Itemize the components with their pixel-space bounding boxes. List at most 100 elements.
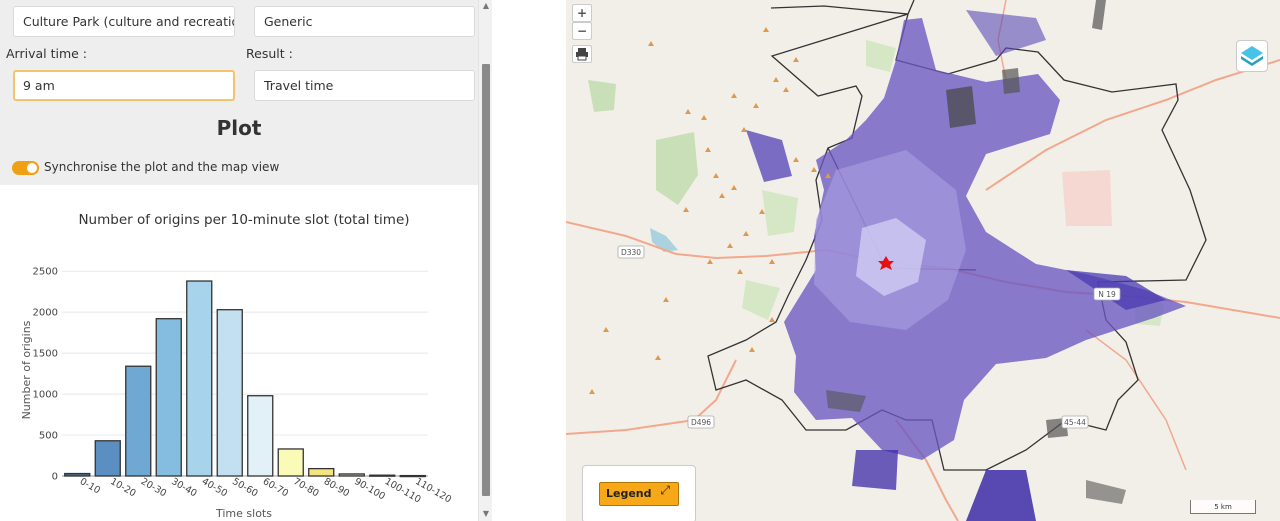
map-base-features — [566, 0, 1280, 521]
arrival-time-input[interactable]: 9 am — [13, 70, 235, 101]
destination-field[interactable]: Culture Park (culture and recreation — [13, 6, 235, 37]
bar-0-10[interactable] — [64, 472, 91, 477]
bar-30-40[interactable] — [155, 318, 182, 477]
road-label-d330: D330 — [621, 248, 641, 257]
print-icon — [576, 48, 588, 61]
poi-marker — [685, 109, 691, 114]
poi-marker — [727, 243, 733, 248]
poi-marker — [683, 207, 689, 212]
y-tick-label: 0 — [52, 472, 58, 483]
legend-panel: Legend ⤢ — [582, 465, 696, 521]
y-tick-label: 1500 — [33, 349, 58, 360]
legend-button[interactable]: Legend ⤢ — [599, 482, 679, 506]
road-label-d496: D496 — [691, 418, 711, 427]
chart-title: Number of origins per 10-minute slot (to… — [78, 212, 409, 228]
x-tick-label: 60-70 — [261, 476, 290, 499]
poi-marker — [719, 193, 725, 198]
bar-110-120[interactable] — [399, 474, 426, 478]
sync-toggle[interactable] — [12, 161, 39, 175]
map-view[interactable]: D330 D496 45-44 N 19 + − Legend ⤢ 5 km — [566, 0, 1280, 521]
mode-select[interactable]: Generic — [254, 6, 475, 37]
bar-20-30[interactable] — [125, 365, 152, 477]
arrival-time-label: Arrival time : — [6, 46, 88, 61]
poi-marker — [763, 27, 769, 32]
bar-10-20[interactable] — [94, 440, 121, 477]
poi-marker — [731, 185, 737, 190]
y-tick-label: 1000 — [33, 390, 58, 401]
scroll-up-arrow[interactable]: ▲ — [481, 1, 491, 11]
poi-marker — [713, 173, 719, 178]
x-tick-label: 40-50 — [200, 476, 229, 499]
poi-marker — [663, 297, 669, 302]
chart-svg: Number of origins per 10-minute slot (to… — [20, 212, 453, 520]
poi-marker — [783, 87, 789, 92]
poi-marker — [589, 389, 595, 394]
gutter — [492, 0, 566, 521]
y-tick-label: 2000 — [33, 308, 58, 319]
poi-marker — [753, 103, 759, 108]
y-tick-label: 500 — [39, 431, 58, 442]
poi-marker — [707, 259, 713, 264]
histogram-chart: Number of origins per 10-minute slot (to… — [0, 185, 478, 521]
layers-button[interactable] — [1236, 40, 1268, 72]
poi-marker — [793, 157, 799, 162]
plot-heading: Plot — [216, 116, 262, 140]
expand-icon: ⤢ — [660, 483, 670, 497]
x-axis-label: Time slots — [215, 507, 272, 520]
poi-marker — [773, 77, 779, 82]
bar-70-80[interactable] — [277, 448, 304, 477]
x-tick-label: 20-30 — [139, 476, 168, 499]
legend-label: Legend — [606, 487, 652, 500]
poi-marker — [759, 209, 765, 214]
result-select[interactable]: Travel time — [254, 70, 475, 101]
bar-80-90[interactable] — [308, 467, 335, 477]
zoom-in-button[interactable]: + — [572, 4, 592, 22]
chart-bars — [64, 280, 426, 478]
scroll-down-arrow[interactable]: ▼ — [481, 509, 491, 519]
poi-marker — [793, 57, 799, 62]
poi-marker — [743, 231, 749, 236]
x-tick-label: 80-90 — [322, 476, 351, 499]
x-tick-label: 50-60 — [230, 476, 259, 499]
x-tick-label: 0-10 — [78, 476, 102, 496]
bar-40-50[interactable] — [186, 280, 213, 477]
bar-100-110[interactable] — [369, 474, 396, 477]
toggle-knob — [27, 163, 37, 173]
road-label-n19: N 19 — [1098, 290, 1116, 299]
y-tick-label: 2500 — [33, 267, 58, 278]
bar-50-60[interactable] — [216, 309, 243, 477]
panel-scrollbar[interactable]: ▲ ▼ — [478, 0, 492, 521]
sync-label: Synchronise the plot and the map view — [44, 160, 280, 174]
x-tick-label: 10-20 — [108, 476, 137, 499]
poi-marker — [701, 115, 707, 120]
poi-marker — [731, 93, 737, 98]
x-tick-label: 70-80 — [291, 476, 320, 499]
result-label: Result : — [246, 46, 293, 61]
poi-marker — [655, 355, 661, 360]
poi-marker — [769, 259, 775, 264]
y-axis-label: Number of origins — [20, 320, 33, 419]
bar-60-70[interactable] — [247, 395, 274, 477]
poi-marker — [648, 41, 654, 46]
poi-marker — [811, 167, 817, 172]
print-button[interactable] — [572, 45, 592, 63]
scrollbar-thumb[interactable] — [482, 64, 490, 496]
scale-bar: 5 km — [1190, 500, 1256, 514]
y-axis-ticks: 0 500 1000 1500 2000 2500 — [33, 267, 58, 483]
x-tick-label: 90-100 — [352, 476, 387, 502]
settings-panel: Culture Park (culture and recreation Gen… — [0, 0, 478, 521]
poi-marker — [741, 127, 747, 132]
bar-90-100[interactable] — [338, 473, 365, 477]
poi-marker — [749, 347, 755, 352]
x-axis-ticks: 0-10 10-20 20-30 30-40 40-50 50-60 60-70 70-80 8… — [78, 476, 453, 505]
app-root: Culture Park (culture and recreation Gen… — [0, 0, 1280, 521]
map-canvas[interactable]: D330 D496 45-44 N 19 — [566, 0, 1280, 521]
poi-marker — [603, 327, 609, 332]
x-tick-label: 30-40 — [169, 476, 198, 499]
layers-icon — [1241, 46, 1263, 66]
poi-marker — [737, 269, 743, 274]
zoom-out-button[interactable]: − — [572, 22, 592, 40]
poi-marker — [769, 317, 775, 322]
poi-marker — [705, 147, 711, 152]
road-label-45-44: 45-44 — [1064, 418, 1086, 427]
